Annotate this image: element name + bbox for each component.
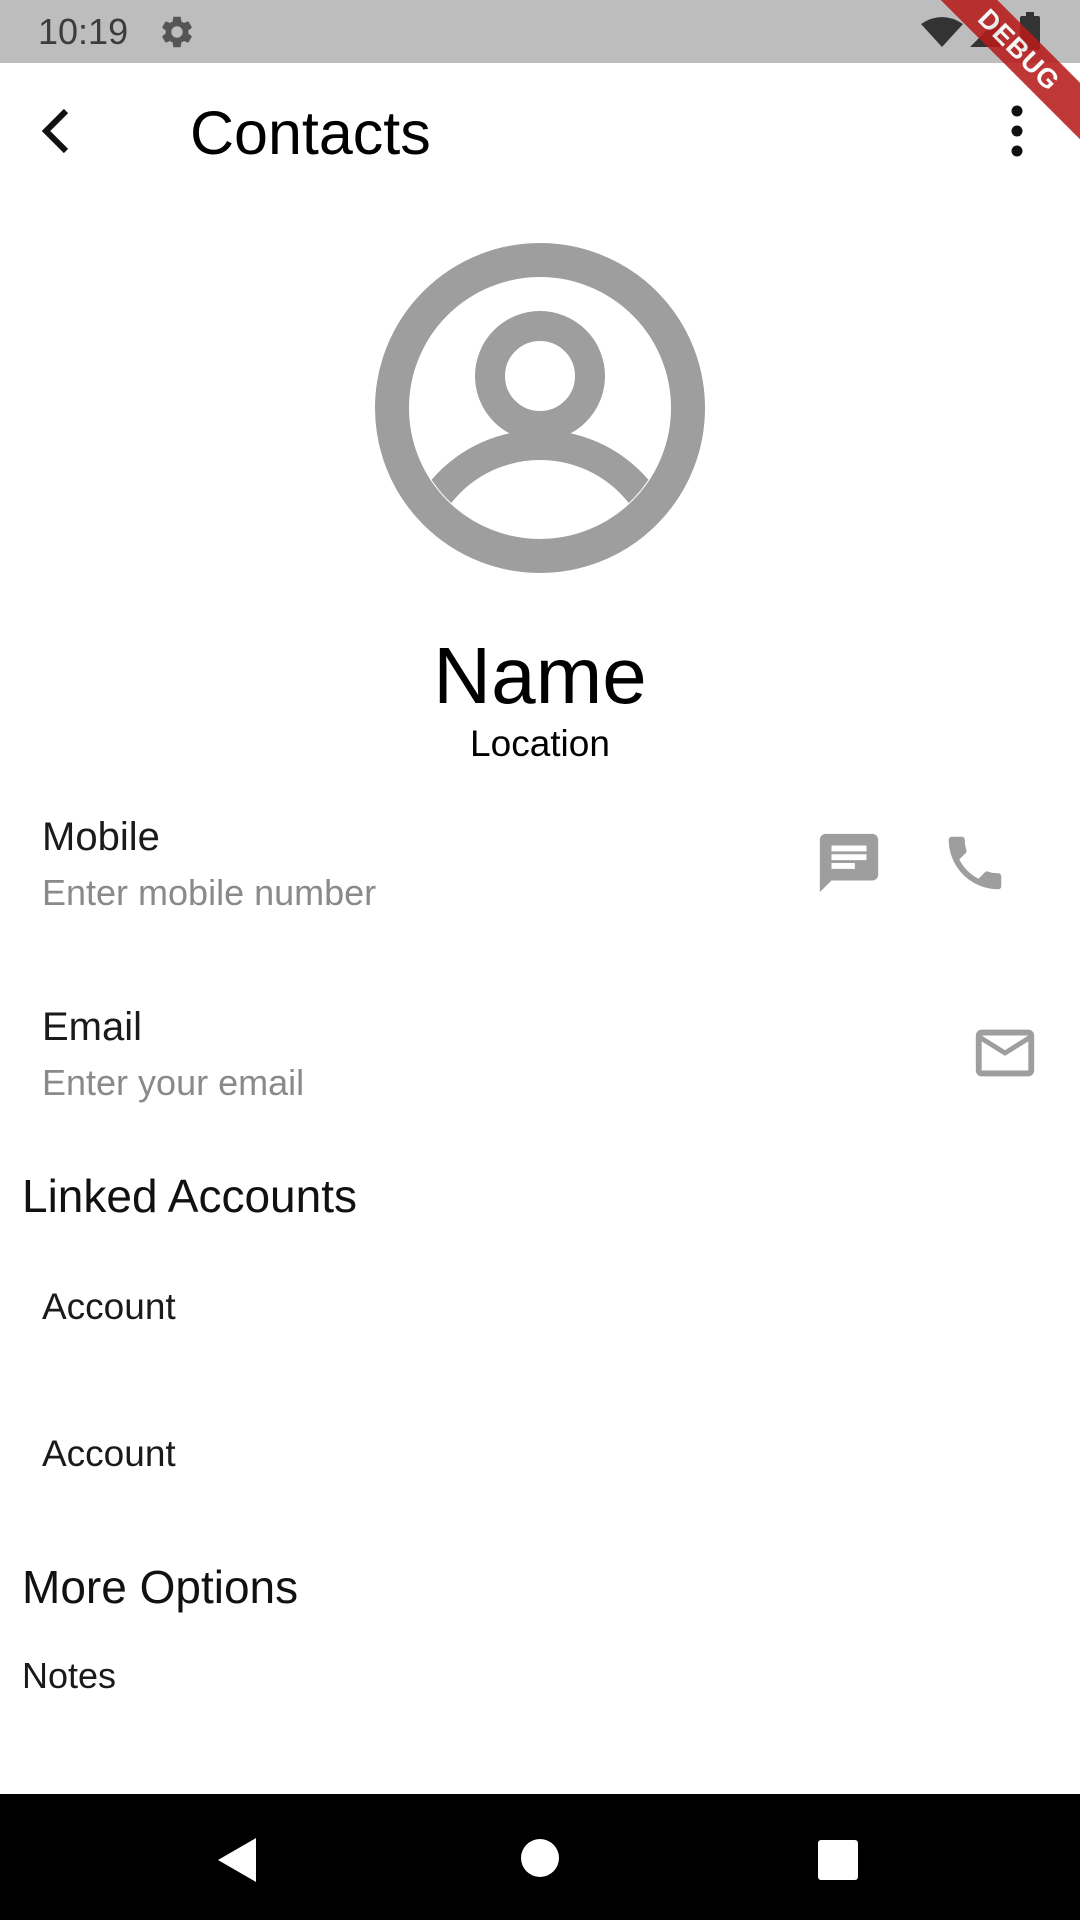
- account-circle-icon: [375, 243, 705, 573]
- contact-location: Location: [470, 723, 610, 764]
- navigation-bar: [0, 1794, 1080, 1920]
- nav-home-icon[interactable]: [520, 1838, 560, 1878]
- mail-icon[interactable]: [970, 1018, 1040, 1088]
- more-vert-icon[interactable]: [1000, 103, 1034, 159]
- email-input[interactable]: [42, 1060, 742, 1106]
- linked-account-item[interactable]: Account: [42, 1284, 176, 1330]
- app-bar: Contacts: [0, 63, 1080, 210]
- contacts-screen: 10:19 DEBUG Contacts Name Location Mobil…: [0, 0, 1080, 1920]
- back-arrow-icon[interactable]: [30, 103, 86, 159]
- linked-accounts-title: Linked Accounts: [22, 1170, 358, 1222]
- nav-back-icon[interactable]: [216, 1836, 260, 1884]
- status-time: 10:19: [38, 11, 129, 52]
- linked-account-item[interactable]: Account: [42, 1431, 176, 1477]
- page-title: Contacts: [190, 99, 431, 167]
- more-options-title: More Options: [22, 1561, 299, 1613]
- phone-icon[interactable]: [940, 828, 1010, 898]
- notes-item[interactable]: Notes: [22, 1653, 116, 1699]
- email-label: Email: [42, 1005, 143, 1049]
- gear-icon: [162, 16, 192, 48]
- message-icon[interactable]: [814, 828, 884, 898]
- mobile-input[interactable]: [42, 870, 742, 916]
- wifi-icon: [921, 17, 963, 47]
- status-bar: 10:19: [0, 0, 1080, 63]
- mobile-label: Mobile: [42, 815, 160, 859]
- nav-recents-icon[interactable]: [818, 1840, 858, 1880]
- contact-name: Name: [433, 631, 647, 720]
